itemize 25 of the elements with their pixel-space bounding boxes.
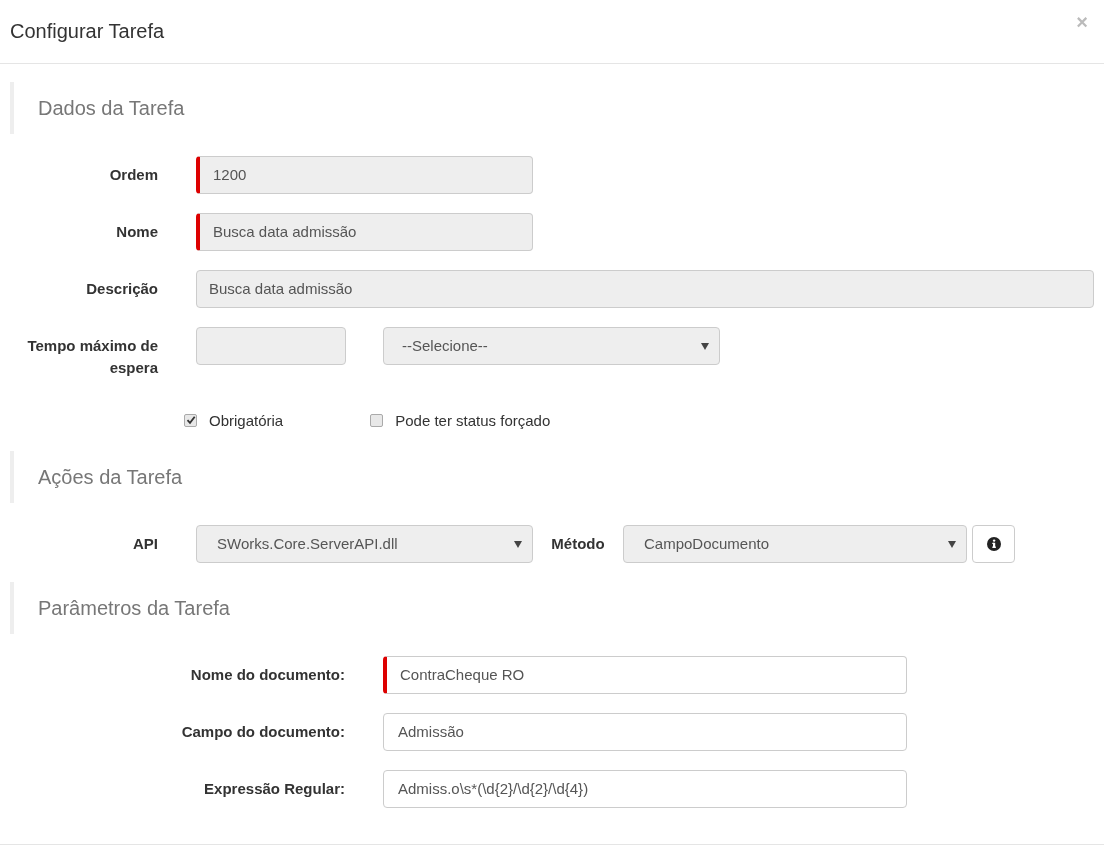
field-label: Ordem	[108, 165, 158, 185]
info-button[interactable]	[972, 525, 1015, 563]
field-label: Descrição	[85, 279, 158, 299]
caret-icon	[514, 540, 522, 548]
field-label: Nome	[115, 222, 158, 242]
field-label: Expressão Regular:	[203, 779, 345, 799]
input-field[interactable]: ContraCheque RO	[383, 656, 907, 694]
section-heading: Parâmetros da Tarefa	[10, 582, 1094, 634]
checkbox[interactable]	[184, 413, 197, 427]
field-label: API	[132, 534, 158, 554]
field-label: Nome do documento:	[189, 665, 345, 685]
input-field[interactable]: Admiss.o\s*(\d{2}/\d{2}/\d{4})	[383, 770, 907, 808]
caret-icon	[948, 540, 956, 548]
section-heading: Dados da Tarefa	[10, 82, 1094, 134]
checkbox[interactable]	[370, 413, 384, 427]
field-label: Campo do documento:	[180, 722, 345, 742]
dialog-title: Configurar Tarefa	[10, 20, 165, 43]
section-heading: Ações da Tarefa	[10, 451, 1094, 503]
info-icon	[986, 537, 1001, 551]
input-field[interactable]: Admissão	[383, 713, 907, 751]
checkbox-label: Pode ter status forçado	[395, 411, 551, 429]
field-label: Método	[550, 534, 606, 554]
field-label: Tempo máximo de espera	[26, 336, 158, 378]
checkbox-label: Obrigatória	[209, 411, 284, 429]
caret-icon	[701, 342, 709, 350]
